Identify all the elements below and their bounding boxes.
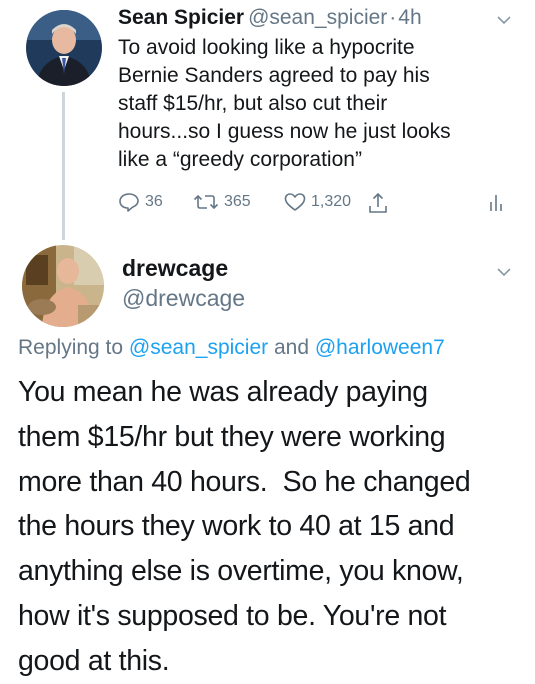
- author-name[interactable]: Sean Spicier: [118, 6, 244, 29]
- avatar[interactable]: [22, 245, 104, 327]
- chevron-down-icon[interactable]: [496, 12, 512, 28]
- like-icon: [284, 193, 306, 211]
- tweet-text: To avoid looking like a hypocrite Bernie…: [118, 34, 518, 174]
- reply-button[interactable]: 36: [118, 192, 163, 212]
- tweet-text-line: Bernie Sanders agreed to pay his: [118, 64, 430, 87]
- retweet-icon: [193, 194, 219, 210]
- reply-count: 36: [145, 193, 163, 210]
- tweet-text-line: hours...so I guess now he just looks: [118, 120, 451, 143]
- reply-text-line: how it's supposed to be. You're not: [18, 599, 447, 632]
- tweet-text-line: like a “greedy corporation”: [118, 148, 362, 171]
- mention-link[interactable]: @harloween7: [315, 336, 445, 359]
- tweet-text-line: staff $15/hr, but also cut their: [118, 92, 388, 115]
- thread-connector-line: [62, 92, 65, 240]
- avatar[interactable]: [26, 10, 102, 86]
- replying-to: Replying to @sean_spicier and @harloween…: [18, 336, 445, 360]
- reply-text-line: them $15/hr but they were working: [18, 420, 446, 453]
- reply-icon: [119, 193, 139, 212]
- replying-to-and: and: [273, 336, 310, 359]
- reply-text: You mean he was already paying them $15/…: [18, 370, 523, 684]
- tweet-header: Sean Spicier @sean_spicier·4h: [118, 6, 422, 30]
- reply-text-line: You mean he was already paying: [18, 376, 428, 408]
- analytics-icon: [490, 195, 502, 211]
- author-handle[interactable]: @drewcage: [122, 285, 245, 312]
- retweet-count: 365: [224, 193, 251, 210]
- mention-link[interactable]: @sean_spicier: [129, 336, 268, 359]
- reply-text-line: more than 40 hours. So he changed: [18, 465, 471, 498]
- author-name[interactable]: drewcage: [122, 255, 228, 282]
- reply-text-line: anything else is overtime, you know,: [18, 555, 464, 588]
- reply-text-line: the hours they work to 40 at 15 and: [18, 510, 455, 543]
- like-button[interactable]: 1,320: [284, 192, 351, 212]
- retweet-button[interactable]: 365: [193, 192, 251, 212]
- share-button[interactable]: [368, 192, 388, 214]
- replying-to-prefix: Replying to: [18, 336, 124, 359]
- like-count: 1,320: [311, 193, 352, 210]
- chevron-down-icon[interactable]: [496, 264, 512, 280]
- share-icon: [369, 192, 387, 213]
- reply-text-line: good at this.: [18, 644, 170, 677]
- analytics-button[interactable]: [488, 192, 506, 212]
- tweet-text-line: To avoid looking like a hypocrite: [118, 36, 415, 59]
- author-handle[interactable]: @sean_spicier: [248, 6, 387, 29]
- timestamp[interactable]: 4h: [398, 6, 421, 29]
- separator-dot: ·: [389, 6, 397, 29]
